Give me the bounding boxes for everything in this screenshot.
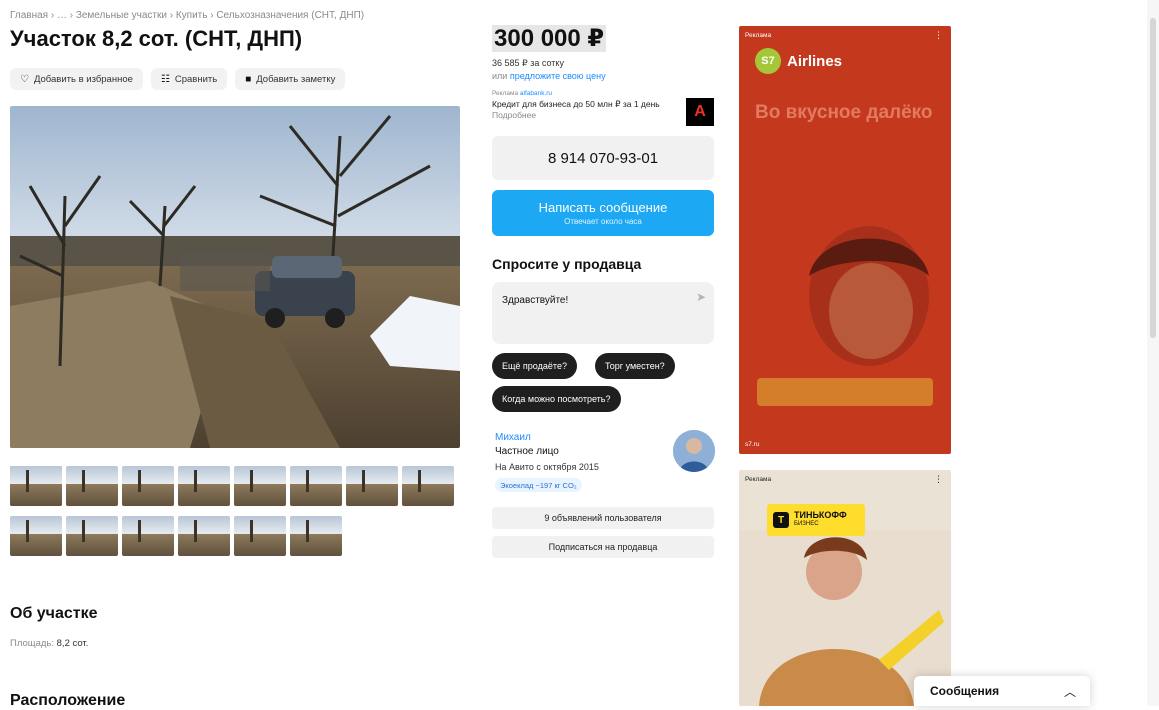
- suggest-price-link[interactable]: предложите свою цену: [510, 71, 606, 81]
- s7-brand: Airlines: [787, 52, 843, 70]
- thumbnail[interactable]: [402, 466, 454, 506]
- messages-title: Сообщения: [930, 684, 1000, 698]
- thumbnail[interactable]: [290, 466, 342, 506]
- tinkoff-brand-sub: БИЗНЕС: [794, 521, 819, 527]
- s7-cta-button[interactable]: [757, 378, 933, 406]
- eco-badge[interactable]: Экоеклад ~197 кг CO₂: [495, 478, 582, 492]
- listing-actions: ♡ Добавить в избранное ☷ Сравнить ■ Доба…: [10, 68, 346, 90]
- chevron-up-icon[interactable]: ︿: [1064, 683, 1076, 700]
- heart-icon: ♡: [20, 73, 29, 85]
- area-line: Площадь: 8,2 сот.: [10, 638, 88, 649]
- ad-tag: Реклама alfabank.ru: [492, 90, 714, 97]
- thumbnail[interactable]: [122, 466, 174, 506]
- area-label: Площадь:: [10, 638, 54, 649]
- location-title: Расположение: [10, 692, 126, 709]
- ad-text-main: Кредит для бизнеса до 50 млн ₽ за 1 день: [492, 99, 660, 109]
- scrollbar-thumb[interactable]: [1150, 18, 1156, 338]
- thumbnail[interactable]: [10, 516, 62, 556]
- seller-type: Частное лицо: [495, 446, 559, 457]
- ask-message-input[interactable]: [502, 295, 682, 306]
- add-favorite-button[interactable]: ♡ Добавить в избранное: [10, 68, 143, 90]
- phone-button[interactable]: 8 914 070-93-01: [492, 136, 714, 180]
- photo-illustration: [10, 106, 460, 448]
- s7-logo: S7 Airlines: [755, 48, 842, 74]
- s7-ad-banner[interactable]: Реклама ⋮ S7 Airlines Во вкусное далёко …: [739, 26, 951, 454]
- ad-photo-child: [809, 226, 929, 366]
- main-photo[interactable]: [10, 106, 460, 448]
- thumbnail[interactable]: [178, 516, 230, 556]
- tinkoff-brand-name: ТИНЬКОФФ: [794, 510, 847, 520]
- quick-question-bargain[interactable]: Торг уместен?: [595, 353, 675, 379]
- ad-menu-icon[interactable]: ⋮: [934, 30, 943, 41]
- s7-site: s7.ru: [745, 441, 760, 448]
- avatar-image: [673, 430, 715, 472]
- about-title: Об участке: [10, 605, 98, 622]
- ad-tag-label: Реклама: [492, 90, 519, 97]
- ad-label: Реклама: [745, 476, 772, 483]
- thumbnail[interactable]: [290, 516, 342, 556]
- ad-text: Кредит для бизнеса до 50 млн ₽ за 1 день…: [492, 99, 672, 121]
- tinkoff-ad-banner[interactable]: Реклама ⋮ Т ТИНЬКОФФ БИЗНЕС: [739, 470, 951, 706]
- seller-name[interactable]: Михаил: [495, 432, 531, 443]
- note-icon: ■: [245, 73, 252, 85]
- price-value: 300 000 ₽: [492, 25, 607, 52]
- page-scrollbar[interactable]: [1147, 0, 1159, 706]
- s7-logo-mark: S7: [755, 48, 781, 74]
- tinkoff-logo: Т ТИНЬКОФФ БИЗНЕС: [767, 504, 865, 536]
- alfa-logo: А: [686, 98, 714, 126]
- thumbnail[interactable]: [234, 466, 286, 506]
- tinkoff-brand: ТИНЬКОФФ БИЗНЕС: [794, 511, 847, 529]
- messages-widget[interactable]: Сообщения ︿: [914, 676, 1090, 706]
- area-value: 8,2 сот.: [56, 638, 89, 649]
- suggest-price: или предложите свою цену: [492, 71, 606, 81]
- quick-question-still-selling[interactable]: Ещё продаётe?: [492, 353, 577, 379]
- photo-thumbnails: [10, 466, 460, 566]
- suggest-prefix: или: [492, 71, 508, 81]
- credit-ad[interactable]: Реклама alfabank.ru Кредит для бизнеса д…: [492, 90, 714, 126]
- compare-button[interactable]: ☷ Сравнить: [150, 68, 228, 90]
- compare-icon: ☷: [160, 73, 170, 85]
- write-message-label: Написать сообщение: [538, 200, 668, 215]
- write-message-button[interactable]: Написать сообщение Отвечает около часа: [492, 190, 714, 236]
- send-icon[interactable]: ➤: [696, 290, 706, 304]
- ad-more-link[interactable]: Подробнее: [492, 110, 536, 120]
- tinkoff-shield-icon: Т: [773, 512, 789, 528]
- ask-seller-title: Спросите у продавца: [492, 256, 642, 272]
- s7-headline: Во вкусное далёко: [755, 102, 933, 123]
- thumbnail[interactable]: [178, 466, 230, 506]
- ask-seller-box: ➤: [492, 282, 714, 344]
- price-per-sotka: 36 585 ₽ за сотку: [492, 58, 564, 68]
- add-note-label: Добавить заметку: [256, 73, 336, 85]
- seller-listings-button[interactable]: 9 объявлений пользователя: [492, 507, 714, 529]
- thumbnail[interactable]: [66, 516, 118, 556]
- thumbnail[interactable]: [346, 466, 398, 506]
- add-favorite-label: Добавить в избранное: [33, 73, 133, 85]
- thumbnail[interactable]: [234, 516, 286, 556]
- thumbnail[interactable]: [66, 466, 118, 506]
- ad-tag-link[interactable]: alfabank.ru: [520, 90, 552, 97]
- breadcrumb[interactable]: Главная › … › Земельные участки › Купить…: [10, 10, 364, 21]
- thumbnail[interactable]: [10, 466, 62, 506]
- ad-menu-icon[interactable]: ⋮: [934, 474, 943, 485]
- page-title: Участок 8,2 сот. (СНТ, ДНП): [10, 26, 303, 51]
- avatar[interactable]: [673, 430, 715, 472]
- price: 300 000 ₽: [492, 24, 607, 53]
- subscribe-seller-button[interactable]: Подписаться на продавца: [492, 536, 714, 558]
- compare-label: Сравнить: [174, 73, 218, 85]
- response-time: Отвечает около часа: [564, 217, 642, 226]
- add-note-button[interactable]: ■ Добавить заметку: [235, 68, 346, 90]
- ad-label: Реклама: [745, 32, 772, 39]
- seller-since: На Авито с октября 2015: [495, 462, 599, 472]
- thumbnail[interactable]: [122, 516, 174, 556]
- quick-question-viewing[interactable]: Когда можно посмотреть?: [492, 386, 621, 412]
